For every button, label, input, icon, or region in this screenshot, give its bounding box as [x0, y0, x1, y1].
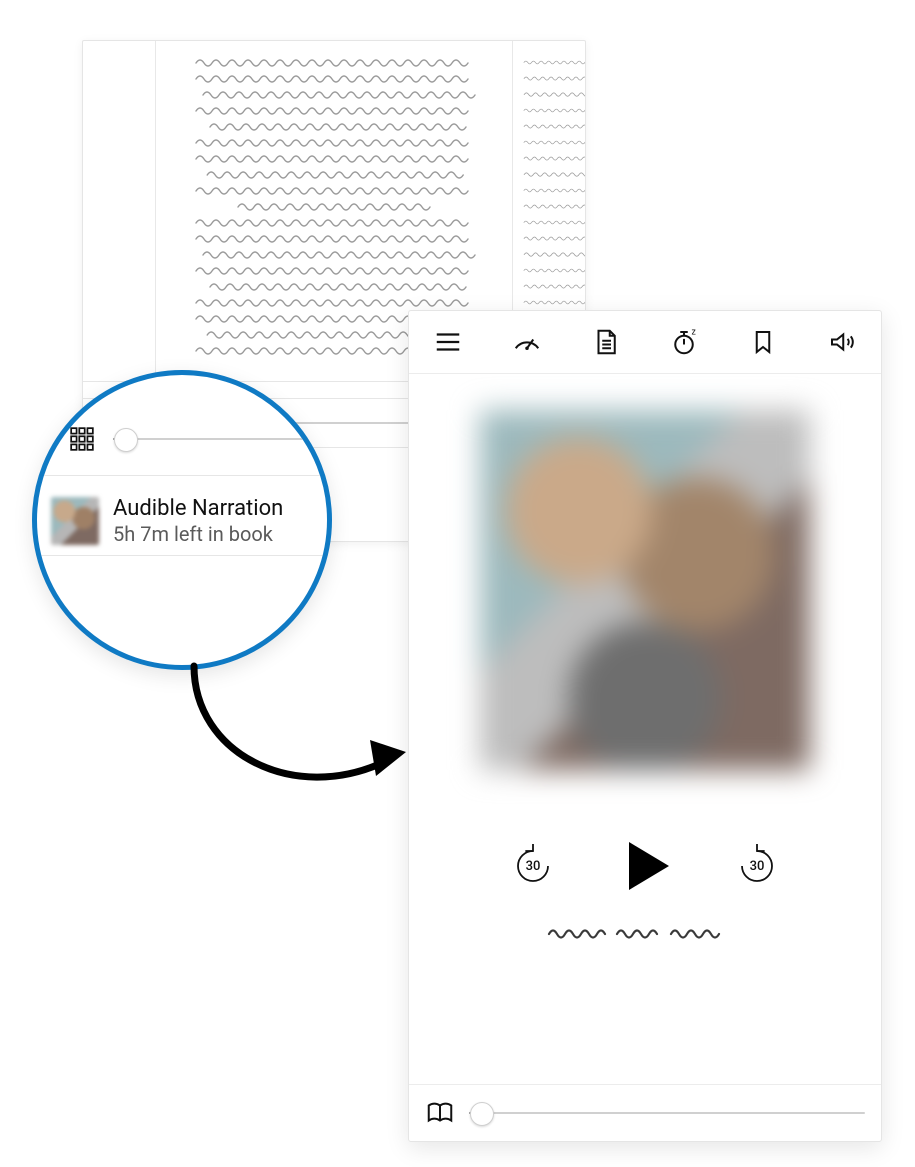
- text-placeholder: [174, 89, 494, 99]
- text-placeholder: [174, 265, 494, 275]
- text-placeholder: [174, 233, 494, 243]
- reader-progress-slider[interactable]: [113, 438, 309, 440]
- volume-icon[interactable]: [819, 319, 865, 365]
- grid-icon[interactable]: [69, 426, 95, 452]
- player-body: 30 30: [409, 374, 881, 1084]
- text-placeholder: [174, 185, 494, 195]
- skip-forward-button[interactable]: 30: [735, 844, 779, 888]
- chapters-icon[interactable]: [583, 319, 629, 365]
- book-cover: [480, 410, 810, 770]
- playback-controls: 30 30: [511, 840, 779, 892]
- slider-thumb[interactable]: [470, 1102, 494, 1126]
- text-placeholder: [523, 89, 586, 99]
- callout-title: Audible Narration: [113, 495, 283, 523]
- player-toolbar: z: [409, 311, 881, 374]
- stage: Audible Narration 5h 7m left in book: [0, 0, 915, 1167]
- text-placeholder: [523, 153, 586, 163]
- text-placeholder: [174, 201, 494, 211]
- arrow-icon: [174, 654, 414, 814]
- text-placeholder: [523, 105, 586, 115]
- reader-col-left: [83, 41, 156, 381]
- text-placeholder: [174, 217, 494, 227]
- sleep-timer-icon[interactable]: z: [661, 319, 707, 365]
- callout-subtitle: 5h 7m left in book: [113, 522, 283, 547]
- callout-circle: Audible Narration 5h 7m left in book: [32, 370, 332, 670]
- text-placeholder: [523, 169, 586, 179]
- text-placeholder: [523, 249, 586, 259]
- text-placeholder: [174, 137, 494, 147]
- skip-back-label: 30: [526, 859, 541, 874]
- player-footer: [409, 1084, 881, 1141]
- text-placeholder: [523, 265, 586, 275]
- text-placeholder: [523, 233, 586, 243]
- divider: [37, 475, 327, 476]
- speed-icon[interactable]: [504, 319, 550, 365]
- play-icon: [629, 842, 669, 890]
- audible-narration-row[interactable]: Audible Narration 5h 7m left in book: [37, 487, 327, 556]
- text-placeholder: [523, 201, 586, 211]
- book-cover-thumb: [51, 497, 99, 545]
- text-placeholder: [174, 153, 494, 163]
- chapter-title-squiggle: [545, 922, 745, 940]
- text-placeholder: [174, 73, 494, 83]
- book-icon[interactable]: [425, 1098, 455, 1128]
- menu-icon[interactable]: [425, 319, 471, 365]
- svg-text:z: z: [692, 328, 697, 338]
- text-placeholder: [174, 281, 494, 291]
- slider-thumb[interactable]: [114, 428, 138, 452]
- text-placeholder: [523, 281, 586, 291]
- text-placeholder: [174, 57, 494, 67]
- text-placeholder: [174, 169, 494, 179]
- text-placeholder: [523, 217, 586, 227]
- text-placeholder: [523, 73, 586, 83]
- player-progress-slider[interactable]: [469, 1112, 865, 1114]
- text-placeholder: [174, 121, 494, 131]
- callout-text: Audible Narration 5h 7m left in book: [113, 495, 283, 548]
- text-placeholder: [174, 105, 494, 115]
- text-placeholder: [523, 137, 586, 147]
- text-placeholder: [523, 121, 586, 131]
- text-placeholder: [523, 185, 586, 195]
- callout-slider-row: [37, 411, 327, 467]
- text-placeholder: [174, 249, 494, 259]
- player-panel: z 30: [408, 310, 882, 1142]
- bookmark-icon[interactable]: [740, 319, 786, 365]
- text-placeholder: [523, 57, 586, 67]
- text-placeholder: [174, 297, 494, 307]
- skip-fwd-label: 30: [750, 859, 765, 874]
- skip-back-button[interactable]: 30: [511, 844, 555, 888]
- text-placeholder: [523, 297, 586, 307]
- play-button[interactable]: [619, 840, 671, 892]
